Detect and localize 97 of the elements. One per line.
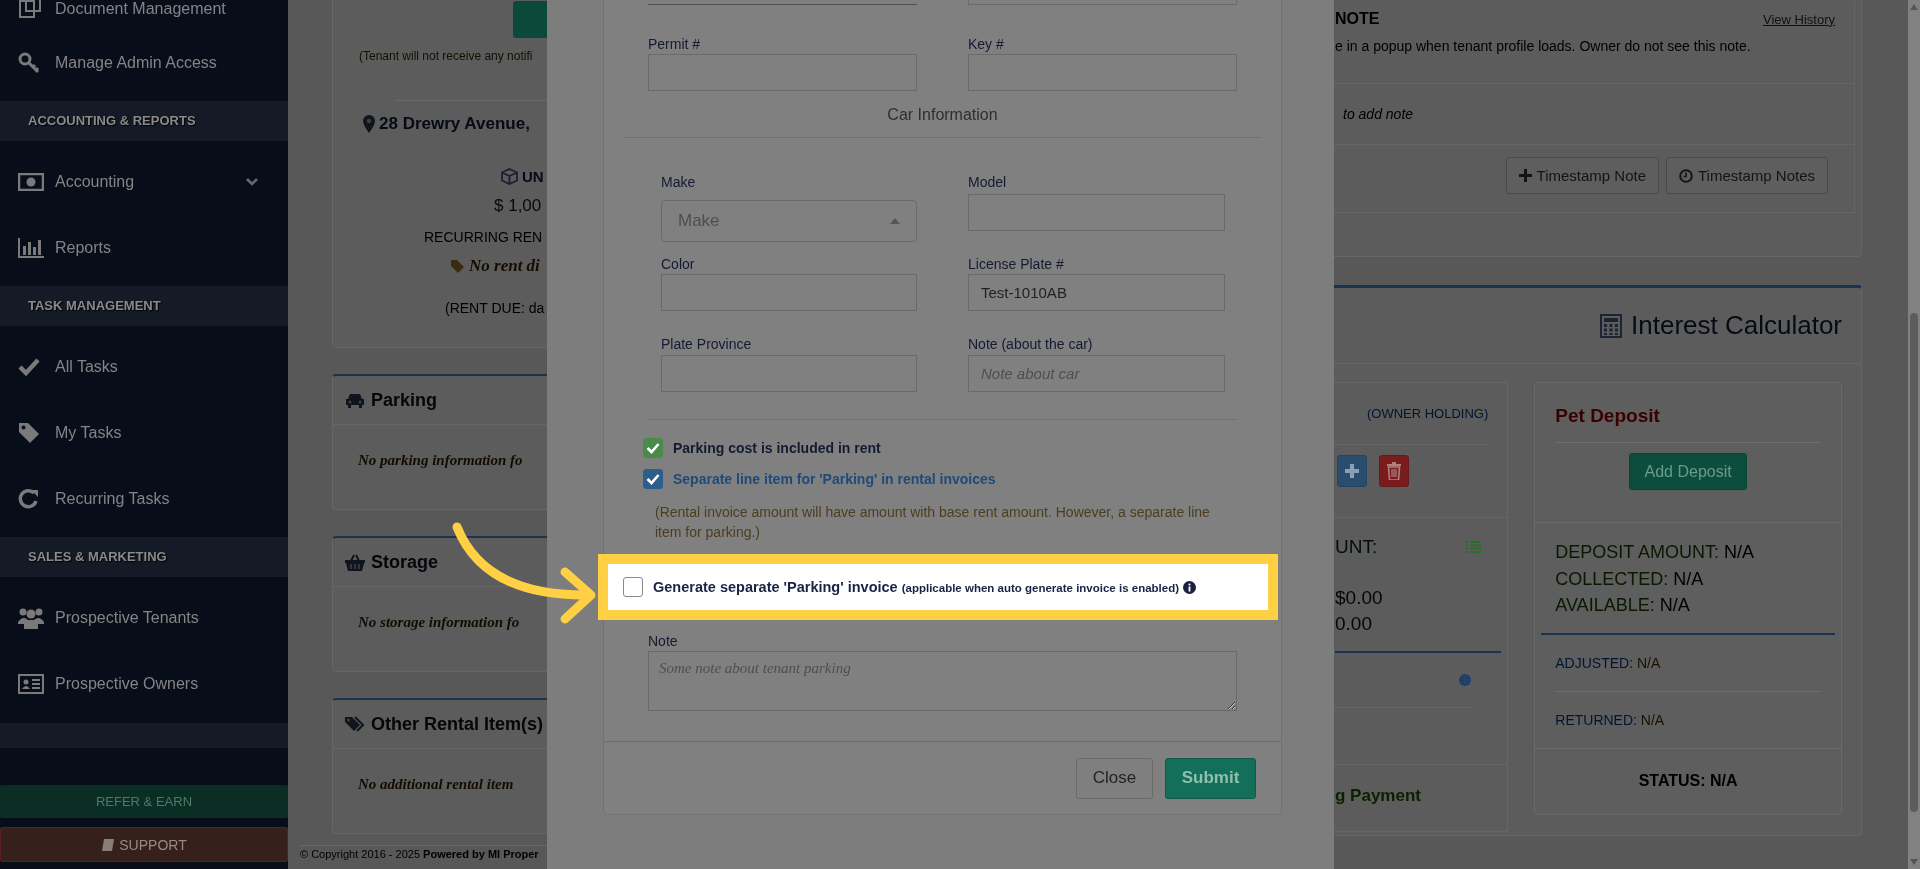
payment-link[interactable]: g Payment <box>1335 786 1421 806</box>
document-icon <box>18 0 42 19</box>
clock-icon <box>1679 168 1693 183</box>
tags-icon <box>345 715 365 733</box>
amount-value: 0.00 <box>1335 612 1373 636</box>
refer-button[interactable]: REFER & EARN <box>0 785 288 818</box>
timestamp-button[interactable]: Timestamp Note <box>1505 157 1659 194</box>
trash-icon <box>1387 462 1401 480</box>
pet-deposit-title: Pet Deposit <box>1555 383 1821 443</box>
sidebar-item[interactable]: Document Management <box>0 0 288 30</box>
banknote-icon <box>18 173 44 191</box>
sidebar-item[interactable]: My Tasks <box>0 400 288 466</box>
sidebar-item[interactable]: Prospective Owners <box>0 651 288 717</box>
card-title: Other Rental Item(s) <box>371 713 544 735</box>
key-icon <box>18 52 40 74</box>
checkbox-label[interactable]: Parking cost is included in rent <box>673 440 881 456</box>
field-label: Plate Province <box>661 336 753 352</box>
id-card-icon <box>18 674 44 694</box>
calculator-title: Interest Calculator <box>1631 310 1842 341</box>
timestamp-button[interactable]: Timestamp Notes <box>1666 157 1828 194</box>
plus-icon <box>1344 463 1360 479</box>
basket-icon <box>345 553 365 571</box>
card-title: Storage <box>371 551 439 573</box>
amount-value: $0.00 <box>1335 586 1384 610</box>
calculator-icon <box>1600 313 1622 338</box>
field-label: Make <box>661 174 697 190</box>
hint-text: (Rental invoice amount will have amount with base rent amount. However, a separate line item for parking.) <box>655 503 1211 542</box>
list-icon[interactable] <box>1466 541 1482 553</box>
users-icon <box>18 607 44 629</box>
add-button[interactable] <box>1337 455 1367 487</box>
field-label: Permit # <box>648 36 702 52</box>
sidebar-item[interactable]: Reports <box>0 215 288 281</box>
scrollbar[interactable] <box>1908 0 1920 869</box>
submit-button[interactable]: Submit <box>1165 757 1256 799</box>
check-icon <box>18 358 40 376</box>
field-label: Note (about the car) <box>968 336 1094 352</box>
info-icon[interactable] <box>1183 580 1197 594</box>
empty-message: No additional rental item <box>358 776 514 792</box>
deposit-detail-line: ADJUSTED: N/A <box>1555 654 1661 671</box>
support-button[interactable]: SUPPORT <box>0 827 288 862</box>
book-icon <box>101 837 116 852</box>
map-pin-icon <box>363 115 375 133</box>
add-deposit-button[interactable]: Add Deposit <box>1629 453 1748 490</box>
checkbox[interactable] <box>643 469 663 489</box>
rent-amount: $ 1,00 <box>494 196 543 216</box>
field-label: License Plate # <box>968 256 1065 272</box>
note-title: NOTE <box>1335 10 1380 28</box>
empty-message: No parking information fo <box>358 452 523 468</box>
add-note-prompt[interactable]: to add note <box>1343 106 1414 122</box>
refresh-icon <box>18 488 40 510</box>
bar-chart-icon <box>18 238 44 258</box>
deposit-status: STATUS: N/A <box>1535 747 1841 814</box>
sidebar-item[interactable]: Accounting <box>0 149 288 215</box>
rent-due-text: (RENT DUE: da <box>445 300 546 316</box>
close-button[interactable]: Close <box>1076 757 1153 799</box>
deposit-detail-line: RETURNED: N/A <box>1555 711 1665 728</box>
sidebar-item[interactable]: Recurring Tasks <box>0 466 288 532</box>
scroll-down-icon[interactable] <box>1910 859 1918 865</box>
checkbox-label[interactable]: Generate separate 'Parking' invoice (applicable when auto generate invoice is enabled) <box>653 579 1180 595</box>
copyright-text: © Copyright 2016 - 2025 Powered by MI Proper <box>300 845 547 860</box>
field-label: Note <box>648 633 679 649</box>
cube-icon <box>501 167 518 185</box>
discount-text: No rent di <box>469 256 540 276</box>
sidebar-item[interactable]: Prospective Tenants <box>0 585 288 651</box>
delete-button[interactable] <box>1379 455 1409 487</box>
view-history-link[interactable]: View History <box>1763 11 1835 27</box>
card-title: Parking <box>371 389 438 411</box>
empty-message: No storage information fo <box>358 614 520 630</box>
checkbox-label[interactable]: Separate line item for 'Parking' in rental invoices <box>673 471 996 487</box>
field-label: Key # <box>968 36 1005 52</box>
field-label: Color <box>661 256 696 272</box>
tag-icon <box>18 422 40 444</box>
deposit-summary-line: DEPOSIT AMOUNT: N/A <box>1555 541 1755 564</box>
car-icon <box>345 392 365 408</box>
rent-label: RECURRING REN <box>424 229 544 245</box>
unit-text: UN <box>522 167 544 185</box>
section-title: Car Information <box>886 105 999 125</box>
sidebar-item[interactable]: All Tasks <box>0 334 288 400</box>
caret-icon <box>890 218 900 224</box>
deposit-summary-line: AVAILABLE: N/A <box>1555 594 1691 617</box>
owner-holding-label: (OWNER HOLDING) <box>1366 406 1489 421</box>
input-field[interactable]: Test-1010AB <box>968 274 1225 311</box>
notice-text: (Tenant will not receive any notifi <box>359 49 534 63</box>
tag-icon <box>450 258 465 274</box>
checkbox[interactable] <box>643 438 663 458</box>
sidebar-section-header: TASK MANAGEMENT <box>0 286 288 326</box>
scroll-up-icon[interactable] <box>1910 4 1918 10</box>
sidebar-item[interactable]: Manage Admin Access <box>0 30 288 96</box>
note-description: e in a popup when tenant profile loads. Owner do not see this note. <box>1335 38 1752 54</box>
plus-icon <box>1518 169 1532 182</box>
amount-label: UNT: <box>1335 536 1378 558</box>
field-label: Model <box>968 174 1008 190</box>
address-text: 28 Drewry Avenue, <box>379 114 530 134</box>
deposit-summary-line: COLLECTED: N/A <box>1555 567 1705 591</box>
sidebar-section-header: ACCOUNTING & REPORTS <box>0 101 288 141</box>
checkbox[interactable] <box>623 577 643 597</box>
sidebar-section-header: SALES & MARKETING <box>0 537 288 577</box>
